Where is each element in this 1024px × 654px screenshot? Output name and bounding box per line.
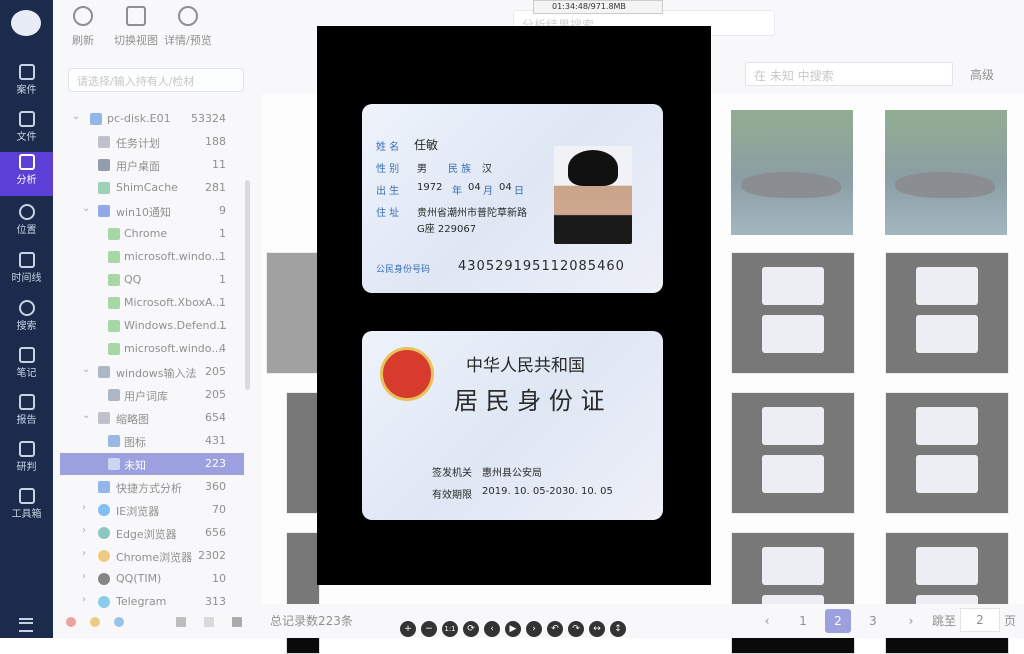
timeline-icon (18, 252, 35, 268)
national-emblem-icon (380, 347, 434, 401)
image-viewer: 姓 名 任敏 性 别 男 民 族 汉 出 生 1972 年 04 月 04 日 … (317, 26, 711, 585)
nav-location[interactable]: 位置 (0, 202, 53, 246)
notes-icon (18, 347, 35, 363)
play-icon[interactable]: ▶ (505, 621, 521, 637)
flip-vertical-icon[interactable]: ↕ (610, 621, 626, 637)
nav-analysis[interactable]: 分析 (0, 152, 53, 196)
recording-badge: 01:34:48/971.8MB (533, 0, 663, 14)
viewer-controls: + − 1:1 ⟳ ‹ ▶ › ↶ ↷ ↔ ↕ (398, 620, 634, 638)
rotate-left-icon[interactable]: ↶ (547, 621, 563, 637)
nav-file[interactable]: 文件 (0, 109, 53, 153)
idcard-front-image: 姓 名 任敏 性 别 男 民 族 汉 出 生 1972 年 04 月 04 日 … (362, 104, 663, 293)
flip-horizontal-icon[interactable]: ↔ (589, 621, 605, 637)
report-icon (18, 394, 35, 410)
zoom-in-icon[interactable]: + (400, 621, 416, 637)
folder-icon (18, 111, 35, 127)
zoom-out-icon[interactable]: − (421, 621, 437, 637)
rotate-right-icon[interactable]: ↷ (568, 621, 584, 637)
rotate-icon[interactable]: ⟳ (463, 621, 479, 637)
left-nav-rail: 案件 文件 分析 位置 时间线 搜索 笔记 报告 研判 工具箱 (0, 0, 53, 638)
nav-case[interactable]: 案件 (0, 62, 53, 106)
nav-report[interactable]: 报告 (0, 392, 53, 436)
toolbox-icon (18, 488, 35, 504)
nav-research[interactable]: 研判 (0, 439, 53, 483)
analysis-icon (18, 154, 35, 170)
menu-icon[interactable] (19, 618, 33, 632)
research-icon (18, 441, 35, 457)
actual-size-icon[interactable]: 1:1 (442, 621, 458, 637)
nav-notes[interactable]: 笔记 (0, 345, 53, 389)
nav-timeline[interactable]: 时间线 (0, 250, 53, 294)
nav-search[interactable]: 搜索 (0, 298, 53, 342)
next-image-icon[interactable]: › (526, 621, 542, 637)
location-pin-icon (18, 204, 35, 220)
search-icon (18, 300, 35, 316)
app-logo-icon (11, 10, 41, 36)
prev-image-icon[interactable]: ‹ (484, 621, 500, 637)
case-icon (18, 64, 35, 80)
idcard-back-image: 中华人民共和国 居 民 身 份 证 签发机关 惠州县公安局 有效期限 2019.… (362, 331, 663, 520)
nav-toolbox[interactable]: 工具箱 (0, 486, 53, 530)
portrait-photo (554, 146, 632, 244)
